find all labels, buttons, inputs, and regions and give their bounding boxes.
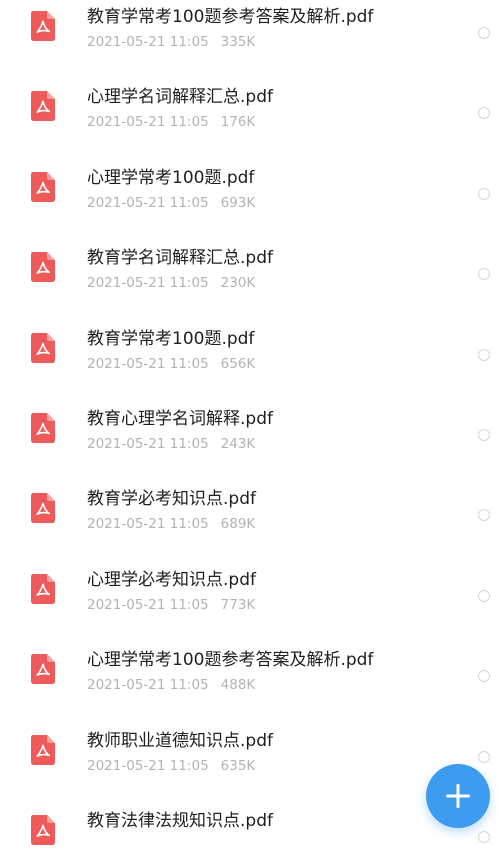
file-meta <box>87 837 99 849</box>
pdf-file-icon <box>31 332 55 363</box>
select-radio-button[interactable] <box>478 509 490 522</box>
file-size: 689K <box>220 516 256 533</box>
select-radio-button[interactable] <box>478 348 490 361</box>
file-list-item[interactable]: 教育学常考100题.pdf 2021-05-21 11:05 656K <box>0 312 500 392</box>
file-size: 693K <box>220 194 256 211</box>
file-size: 635K <box>220 757 256 774</box>
file-list-item[interactable]: 心理学必考知识点.pdf 2021-05-21 11:05 773K <box>0 553 500 633</box>
file-size: 773K <box>220 596 256 613</box>
file-meta: 2021-05-21 11:05 689K <box>87 515 255 533</box>
file-date: 2021-05-21 11:05 <box>87 114 209 131</box>
file-list-item[interactable]: 心理学常考100题参考答案及解析.pdf 2021-05-21 11:05 488… <box>0 633 500 713</box>
pdf-file-icon <box>31 252 55 283</box>
file-name: 心理学名词解释汇总.pdf <box>87 87 273 108</box>
pdf-file-icon <box>31 171 55 202</box>
file-name: 心理学常考100题参考答案及解析.pdf <box>87 650 374 671</box>
file-meta: 2021-05-21 11:05 635K <box>87 757 255 775</box>
file-date: 2021-05-21 11:05 <box>87 275 209 292</box>
file-size: 230K <box>220 275 256 292</box>
select-radio-button[interactable] <box>478 830 490 843</box>
file-date: 2021-05-21 11:05 <box>87 34 209 50</box>
file-list-item[interactable]: 教育学名词解释汇总.pdf 2021-05-21 11:05 230K <box>0 231 500 311</box>
file-list-item[interactable]: 教育学常考100题参考答案及解析.pdf 2021-05-21 11:05 335… <box>0 0 500 70</box>
file-list-item[interactable]: 心理学名词解释汇总.pdf 2021-05-21 11:05 176K <box>0 70 500 150</box>
add-file-button[interactable] <box>426 764 490 828</box>
file-meta: 2021-05-21 11:05 773K <box>87 596 255 614</box>
file-list-item[interactable]: 教师职业道德知识点.pdf 2021-05-21 11:05 635K <box>0 714 500 794</box>
file-date: 2021-05-21 11:05 <box>87 596 209 613</box>
file-name: 教育学常考100题.pdf <box>87 328 255 349</box>
file-meta: 2021-05-21 11:05 243K <box>87 435 255 453</box>
file-size: 335K <box>220 34 256 50</box>
file-list-screen: 教育学常考100题参考答案及解析.pdf 2021-05-21 11:05 335… <box>0 0 500 849</box>
file-name: 心理学必考知识点.pdf <box>87 569 256 590</box>
file-name: 教育法律法规知识点.pdf <box>87 810 273 831</box>
file-name: 教育学常考100题参考答案及解析.pdf <box>87 7 374 27</box>
select-radio-button[interactable] <box>478 589 490 602</box>
pdf-file-icon <box>31 573 55 604</box>
file-meta: 2021-05-21 11:05 230K <box>87 274 255 292</box>
file-name: 教育学名词解释汇总.pdf <box>87 248 273 269</box>
file-date: 2021-05-21 11:05 <box>87 355 209 372</box>
select-radio-button[interactable] <box>478 670 490 683</box>
file-size: 656K <box>220 355 256 372</box>
select-radio-button[interactable] <box>478 107 490 120</box>
file-meta: 2021-05-21 11:05 656K <box>87 355 255 373</box>
file-list-item[interactable]: 教育法律法规知识点.pdf <box>0 794 500 849</box>
pdf-file-icon <box>31 734 55 765</box>
file-date: 2021-05-21 11:05 <box>87 677 209 694</box>
pdf-file-icon <box>31 11 55 41</box>
file-date: 2021-05-21 11:05 <box>87 194 209 211</box>
file-size: 243K <box>220 435 256 452</box>
file-meta: 2021-05-21 11:05 176K <box>87 113 255 131</box>
file-meta: 2021-05-21 11:05 693K <box>87 194 255 212</box>
select-radio-button[interactable] <box>478 428 490 441</box>
select-radio-button[interactable] <box>478 750 490 763</box>
file-name: 教师职业道德知识点.pdf <box>87 730 273 751</box>
plus-icon <box>446 784 470 808</box>
pdf-file-icon <box>31 493 55 524</box>
file-date: 2021-05-21 11:05 <box>87 435 209 452</box>
select-radio-button[interactable] <box>478 268 490 281</box>
file-date: 2021-05-21 11:05 <box>87 757 209 774</box>
file-list-item[interactable]: 教育学必考知识点.pdf 2021-05-21 11:05 689K <box>0 472 500 552</box>
file-size: 488K <box>220 677 256 694</box>
select-radio-button[interactable] <box>478 187 490 200</box>
pdf-file-icon <box>31 654 55 685</box>
select-radio-button[interactable] <box>478 27 490 39</box>
pdf-file-icon <box>31 412 55 443</box>
file-list-item[interactable]: 教育心理学名词解释.pdf 2021-05-21 11:05 243K <box>0 392 500 472</box>
file-name: 教育心理学名词解释.pdf <box>87 408 273 429</box>
file-list-item[interactable]: 心理学常考100题.pdf 2021-05-21 11:05 693K <box>0 151 500 231</box>
pdf-file-icon <box>31 814 55 845</box>
file-date: 2021-05-21 11:05 <box>87 516 209 533</box>
file-list: 教育学常考100题参考答案及解析.pdf 2021-05-21 11:05 335… <box>0 0 500 849</box>
file-name: 心理学常考100题.pdf <box>87 167 255 188</box>
file-size: 176K <box>220 114 256 131</box>
file-meta: 2021-05-21 11:05 335K <box>87 33 255 51</box>
file-name: 教育学必考知识点.pdf <box>87 489 256 510</box>
file-meta: 2021-05-21 11:05 488K <box>87 676 255 694</box>
pdf-file-icon <box>31 91 55 122</box>
